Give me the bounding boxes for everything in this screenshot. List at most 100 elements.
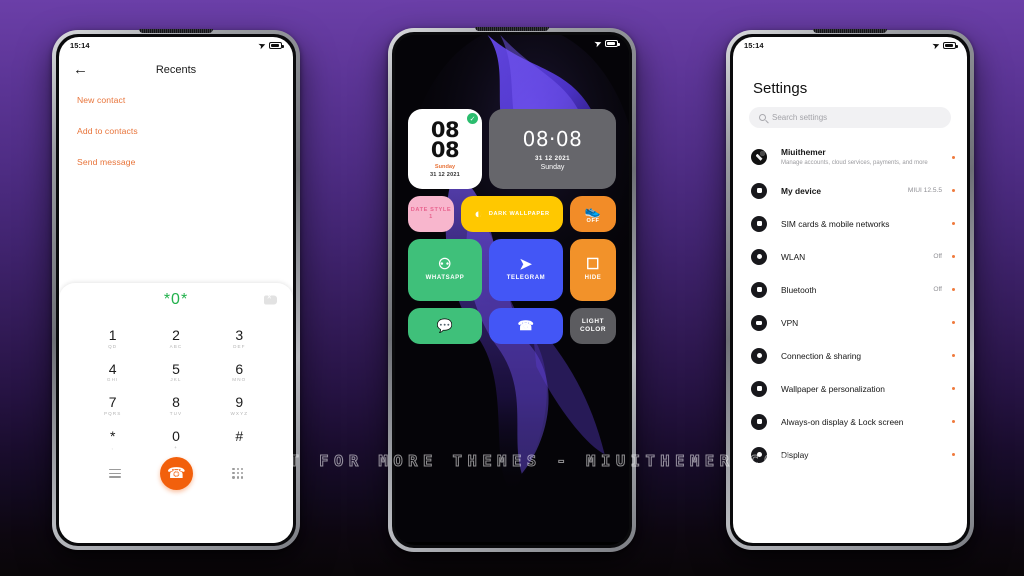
key-1[interactable]: 1 QD (81, 323, 144, 353)
status-dot (952, 222, 955, 226)
key-0[interactable]: 0 + (144, 424, 207, 454)
settings-row-always-on-display[interactable]: Always-on display & Lock screen (733, 405, 967, 438)
phone-icon: ☎ (517, 318, 535, 333)
settings-row-my-device[interactable]: My device MIUI 12.5.5 (733, 174, 967, 207)
settings-list: Miuithemer Manage accounts, cloud servic… (733, 140, 967, 471)
key-5[interactable]: 5 JKL (144, 357, 207, 387)
row-label: Miuithemer (781, 147, 826, 157)
tile-label: DARK WALLPAPER (488, 210, 550, 217)
status-dot (952, 288, 955, 292)
earpiece-speaker (475, 27, 549, 31)
settings-row-wlan[interactable]: WLAN Off (733, 240, 967, 273)
row-label: VPN (781, 317, 799, 328)
link-send-message[interactable]: Send message (77, 157, 275, 167)
widget-clock-white[interactable]: ✓ 08 08 Sunday 31 12 2021 (408, 109, 482, 189)
row-label: My device (781, 185, 822, 196)
widget-clock-grey[interactable]: 08·08 31 12 2021 Sunday (489, 109, 616, 189)
tile-wechat[interactable]: 💬 (408, 308, 482, 344)
phone-right: 15:14 ➤ Settings Search settings Miuithe… (726, 29, 974, 550)
clock-widgets-row: ✓ 08 08 Sunday 31 12 2021 08·08 31 12 20… (408, 109, 616, 189)
search-input[interactable]: Search settings (749, 107, 951, 128)
tile-off[interactable]: 👟 OFF (570, 196, 616, 232)
tiles-row-3: 💬 ☎ LIGHT COLOR (408, 308, 616, 344)
link-add-to-contacts[interactable]: Add to contacts (77, 126, 275, 136)
status-dot (952, 155, 955, 159)
row-label: WLAN (781, 251, 806, 262)
check-badge-icon: ✓ (467, 113, 478, 124)
settings-row-wallpaper-personalization[interactable]: Wallpaper & personalization (733, 372, 967, 405)
status-dot (952, 420, 955, 424)
settings-row-sim-cards[interactable]: SIM cards & mobile networks (733, 207, 967, 240)
status-dot (952, 189, 955, 193)
status-bar-left: 15:14 ➤ (59, 37, 293, 54)
key-9[interactable]: 9 WXYZ (208, 390, 271, 420)
screen-recents-dialer: 15:14 ➤ ← Recents New contact Add to con… (59, 37, 293, 543)
page-title: Settings (753, 80, 808, 97)
earpiece-speaker (813, 29, 887, 33)
send-icon: ➤ (931, 39, 942, 51)
tile-date-style[interactable]: DATE STYLE 1 (408, 196, 454, 232)
contrast-circle-icon: ◐ (474, 206, 483, 221)
tile-whatsapp[interactable]: ⚇ WHATSAPP (408, 239, 482, 301)
status-dot (952, 321, 955, 325)
bluetooth-icon (751, 281, 767, 298)
send-icon: ➤ (593, 37, 604, 49)
keypad-grid-icon[interactable] (232, 467, 244, 479)
clock-hour: 08 (430, 118, 460, 143)
dialer-number-row: *0* (59, 283, 293, 317)
row-value: MIUI 12.5.5 (907, 187, 942, 195)
key-2[interactable]: 2 ABC (144, 323, 207, 353)
page-title: Recents (155, 63, 197, 76)
dialer-panel: *0* 1QD 2ABC 3DEF 4GHI 5JKL 6MNO 7PQRS 8… (59, 283, 293, 543)
phone-call-icon[interactable]: ☎ (159, 456, 193, 490)
wifi-icon (751, 248, 767, 265)
tile-label: HIDE (584, 275, 602, 282)
phone-left: 15:14 ➤ ← Recents New contact Add to con… (52, 29, 300, 550)
link-new-contact[interactable]: New contact (77, 95, 275, 105)
tile-label: TELEGRAM (506, 275, 546, 282)
clock-day: Sunday (434, 164, 456, 171)
row-value: Off (933, 253, 942, 261)
earpiece-speaker (139, 29, 213, 33)
key-star[interactable]: *, (81, 424, 144, 454)
account-avatar-icon (751, 149, 767, 166)
key-3[interactable]: 3 DEF (208, 323, 271, 353)
vpn-icon (751, 314, 767, 331)
status-dot (952, 387, 955, 391)
settings-row-vpn[interactable]: VPN (733, 306, 967, 339)
whatsapp-icon: ⚇ (437, 256, 453, 274)
tile-hide[interactable]: ☐ HIDE (570, 239, 616, 301)
send-icon: ➤ (257, 39, 268, 51)
clock-time: 08·08 (522, 127, 583, 151)
row-label: Connection & sharing (781, 350, 862, 361)
tile-telegram[interactable]: ➤ TELEGRAM (489, 239, 563, 301)
wechat-icon: 💬 (436, 318, 454, 333)
key-4[interactable]: 4 GHI (81, 357, 144, 387)
screen-settings: 15:14 ➤ Settings Search settings Miuithe… (733, 37, 967, 543)
tile-dark-wallpaper[interactable]: ◐ DARK WALLPAPER (461, 196, 563, 232)
status-bar-middle: ➤ (395, 35, 629, 52)
recents-header: ← Recents (59, 54, 293, 81)
key-6[interactable]: 6 MNO (208, 357, 271, 387)
recents-actions: New contact Add to contacts Send message (59, 81, 293, 167)
sharing-icon (751, 347, 767, 364)
tile-phone[interactable]: ☎ (489, 308, 563, 344)
key-hash[interactable]: # (208, 424, 271, 454)
hamburger-menu-icon[interactable] (108, 468, 121, 478)
settings-row-display[interactable]: Display (733, 438, 967, 471)
settings-row-connection-sharing[interactable]: Connection & sharing (733, 339, 967, 372)
settings-row-bluetooth[interactable]: Bluetooth Off (733, 273, 967, 306)
key-8[interactable]: 8 TUV (144, 390, 207, 420)
key-7[interactable]: 7 PQRS (81, 390, 144, 420)
search-icon (759, 114, 766, 121)
backspace-icon[interactable] (264, 293, 277, 305)
row-subtitle: Manage accounts, cloud services, payment… (781, 160, 928, 166)
tile-light-color[interactable]: LIGHT COLOR (570, 308, 616, 344)
status-dot (952, 354, 955, 358)
clock-day: Sunday (540, 164, 565, 171)
settings-row-miuithemer[interactable]: Miuithemer Manage accounts, cloud servic… (733, 140, 967, 174)
row-label: Always-on display & Lock screen (781, 416, 904, 427)
tile-label: WHATSAPP (425, 275, 465, 282)
camera-icon: ☐ (585, 256, 601, 274)
screen-home: ➤ ✓ 08 08 Sunday 31 12 2021 08·08 31 12 … (395, 35, 629, 545)
